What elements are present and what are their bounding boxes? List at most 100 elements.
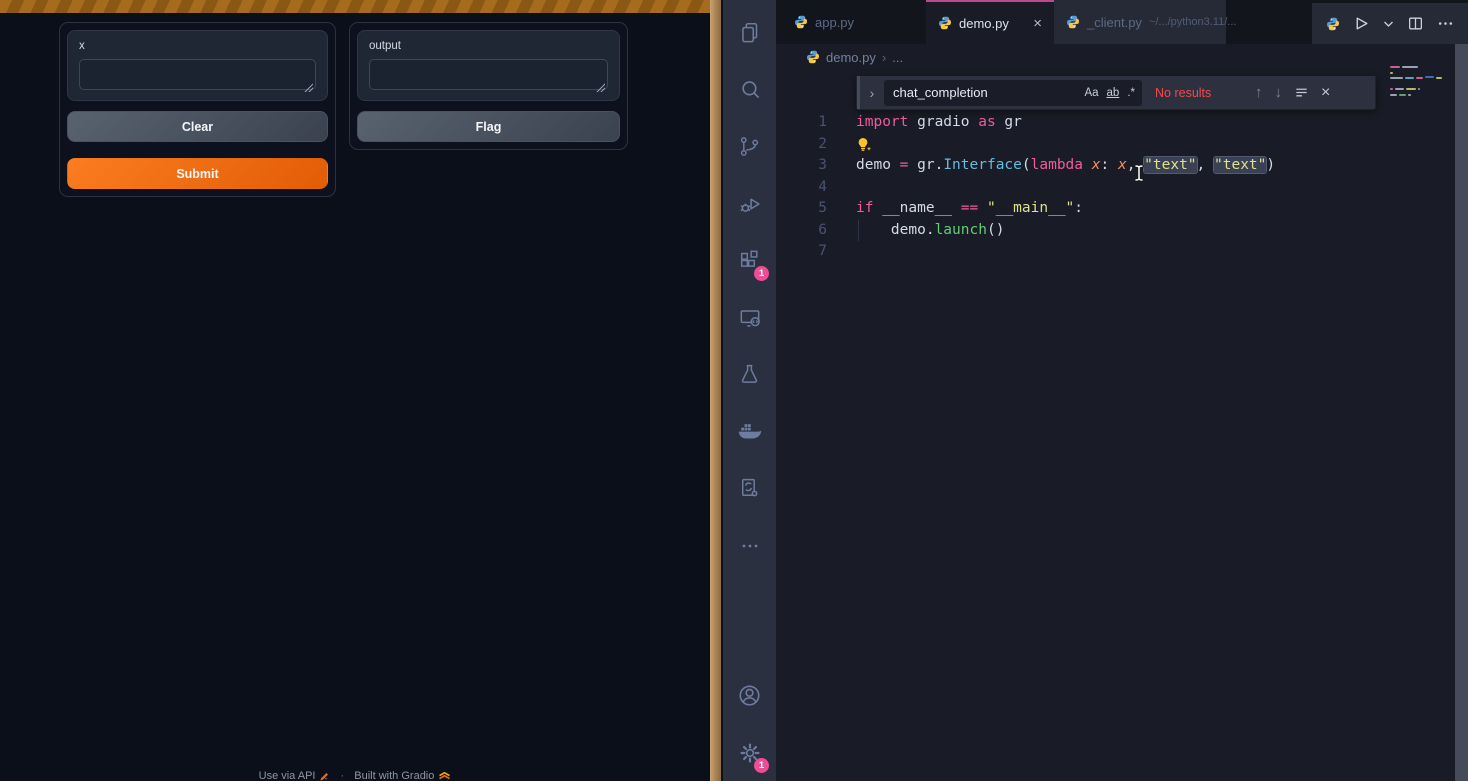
breadcrumb-symbol[interactable]: ... bbox=[892, 50, 903, 65]
testing-beaker-icon bbox=[737, 362, 762, 387]
code-line[interactable]: 6 demo.launch() bbox=[776, 220, 1455, 242]
breadcrumb-file[interactable]: demo.py bbox=[826, 50, 876, 65]
find-previous-icon[interactable]: ↑ bbox=[1255, 84, 1263, 101]
python-icon bbox=[1326, 17, 1340, 31]
activity-more-views[interactable] bbox=[723, 517, 776, 574]
submit-button[interactable]: Submit bbox=[67, 158, 328, 189]
output-textarea[interactable] bbox=[369, 59, 608, 90]
docker-icon bbox=[736, 418, 763, 445]
line-number: 5 bbox=[776, 198, 827, 220]
tab-app-py[interactable]: app.py bbox=[776, 0, 926, 44]
files-icon bbox=[737, 20, 763, 46]
python-icon bbox=[806, 50, 820, 64]
find-in-selection-icon[interactable] bbox=[1294, 85, 1309, 100]
tab-demo-py[interactable]: demo.py × bbox=[926, 0, 1054, 44]
clear-button[interactable]: Clear bbox=[67, 111, 328, 142]
activity-search[interactable] bbox=[723, 61, 776, 118]
search-icon bbox=[737, 77, 763, 103]
activity-settings[interactable]: 1 bbox=[723, 724, 776, 781]
window-edge-strip bbox=[1455, 44, 1468, 781]
striped-progress-bar bbox=[0, 0, 710, 13]
source-control-icon bbox=[737, 134, 762, 159]
tab-path-description: ~/.../python3.11/... bbox=[1149, 16, 1237, 28]
activity-extensions[interactable]: 1 bbox=[723, 232, 776, 289]
activity-source-control[interactable] bbox=[723, 118, 776, 175]
code-line[interactable]: 4 bbox=[776, 177, 1455, 199]
line-content: if __name__ == "__main__": bbox=[827, 198, 1083, 220]
code-line[interactable]: 7 bbox=[776, 241, 1455, 263]
run-python-file-icon[interactable] bbox=[1353, 15, 1370, 32]
code-line[interactable]: 5if __name__ == "__main__": bbox=[776, 198, 1455, 220]
find-widget: › Aa ab .* No results ↑ ↓ × bbox=[856, 76, 1376, 110]
code-editor[interactable]: 1import gradio as gr2 3demo = gr.Interfa… bbox=[776, 112, 1455, 263]
close-tab-icon[interactable]: × bbox=[1033, 16, 1042, 31]
line-number: 3 bbox=[776, 155, 827, 177]
output-panel: output Flag bbox=[349, 22, 628, 150]
output-block: output bbox=[357, 30, 620, 101]
built-with-gradio-link[interactable]: Built with Gradio bbox=[354, 770, 451, 781]
python-icon bbox=[1066, 15, 1080, 29]
gradio-app-pane: x Clear Submit output Flag bbox=[0, 0, 710, 781]
settings-badge: 1 bbox=[754, 758, 769, 773]
line-content bbox=[827, 134, 873, 156]
minimap[interactable] bbox=[1390, 66, 1448, 110]
line-content: import gradio as gr bbox=[827, 112, 1022, 134]
line-number: 7 bbox=[776, 241, 827, 263]
gradio-footer: Use via API · Built with Gradio bbox=[0, 770, 710, 781]
input-label: x bbox=[79, 40, 316, 52]
code-line[interactable]: 2 bbox=[776, 134, 1455, 156]
window-divider-sash[interactable] bbox=[710, 0, 723, 781]
line-content: demo = gr.Interface(lambda x: x, "text",… bbox=[827, 155, 1275, 177]
tab-client-py[interactable]: _client.py ~/.../python3.11/... bbox=[1054, 0, 1226, 44]
gradio-logo-icon bbox=[438, 771, 451, 781]
container-config-icon bbox=[737, 476, 762, 501]
input-block: x bbox=[67, 30, 328, 101]
line-content bbox=[827, 177, 856, 199]
whole-word-icon[interactable]: ab bbox=[1107, 87, 1120, 99]
activity-run-debug[interactable] bbox=[723, 175, 776, 232]
more-actions-icon[interactable] bbox=[1437, 15, 1454, 32]
editor-actions bbox=[1312, 3, 1468, 44]
lightbulb-icon[interactable] bbox=[856, 137, 873, 153]
line-number: 4 bbox=[776, 177, 827, 199]
line-number: 6 bbox=[776, 220, 827, 242]
output-label: output bbox=[369, 40, 608, 52]
split-editor-icon[interactable] bbox=[1407, 15, 1424, 32]
footer-separator: · bbox=[341, 770, 345, 781]
input-panel: x Clear Submit bbox=[59, 22, 336, 197]
account-icon bbox=[736, 682, 763, 709]
find-input[interactable] bbox=[893, 85, 1076, 100]
find-next-icon[interactable]: ↓ bbox=[1275, 84, 1283, 101]
flag-button[interactable]: Flag bbox=[357, 111, 620, 142]
activity-docker[interactable] bbox=[723, 403, 776, 460]
indent-guide bbox=[858, 220, 859, 242]
activity-explorer[interactable] bbox=[723, 4, 776, 61]
close-find-icon[interactable]: × bbox=[1321, 84, 1330, 102]
more-views-icon bbox=[738, 534, 762, 558]
remote-explorer-icon bbox=[737, 305, 763, 331]
line-content: demo.launch() bbox=[827, 220, 1004, 242]
activity-container-tools[interactable] bbox=[723, 460, 776, 517]
code-line[interactable]: 1import gradio as gr bbox=[776, 112, 1455, 134]
regex-icon[interactable]: .* bbox=[1127, 87, 1135, 99]
python-icon bbox=[938, 16, 952, 30]
input-textarea[interactable] bbox=[79, 59, 316, 90]
code-lines: 1import gradio as gr2 3demo = gr.Interfa… bbox=[776, 112, 1455, 263]
editor-region: app.py demo.py × _client.py ~/.../python… bbox=[776, 0, 1468, 781]
toggle-replace-chevron-icon[interactable]: › bbox=[860, 85, 884, 101]
screen: x Clear Submit output Flag bbox=[0, 0, 1468, 781]
vscode-window: 1 1 bbox=[723, 0, 1468, 781]
run-dropdown-chevron-icon[interactable] bbox=[1383, 20, 1394, 28]
python-icon bbox=[794, 15, 808, 29]
match-case-icon[interactable]: Aa bbox=[1084, 87, 1098, 99]
activity-remote-explorer[interactable] bbox=[723, 289, 776, 346]
code-line[interactable]: 3demo = gr.Interface(lambda x: x, "text"… bbox=[776, 155, 1455, 177]
use-via-api-link[interactable]: Use via API bbox=[259, 770, 331, 781]
activity-bar: 1 1 bbox=[723, 0, 776, 781]
activity-testing[interactable] bbox=[723, 346, 776, 403]
breadcrumb: demo.py › ... bbox=[776, 44, 1455, 70]
activity-account[interactable] bbox=[723, 667, 776, 724]
line-number: 2 bbox=[776, 134, 827, 156]
chevron-right-icon: › bbox=[882, 50, 886, 65]
run-debug-icon bbox=[737, 191, 763, 217]
